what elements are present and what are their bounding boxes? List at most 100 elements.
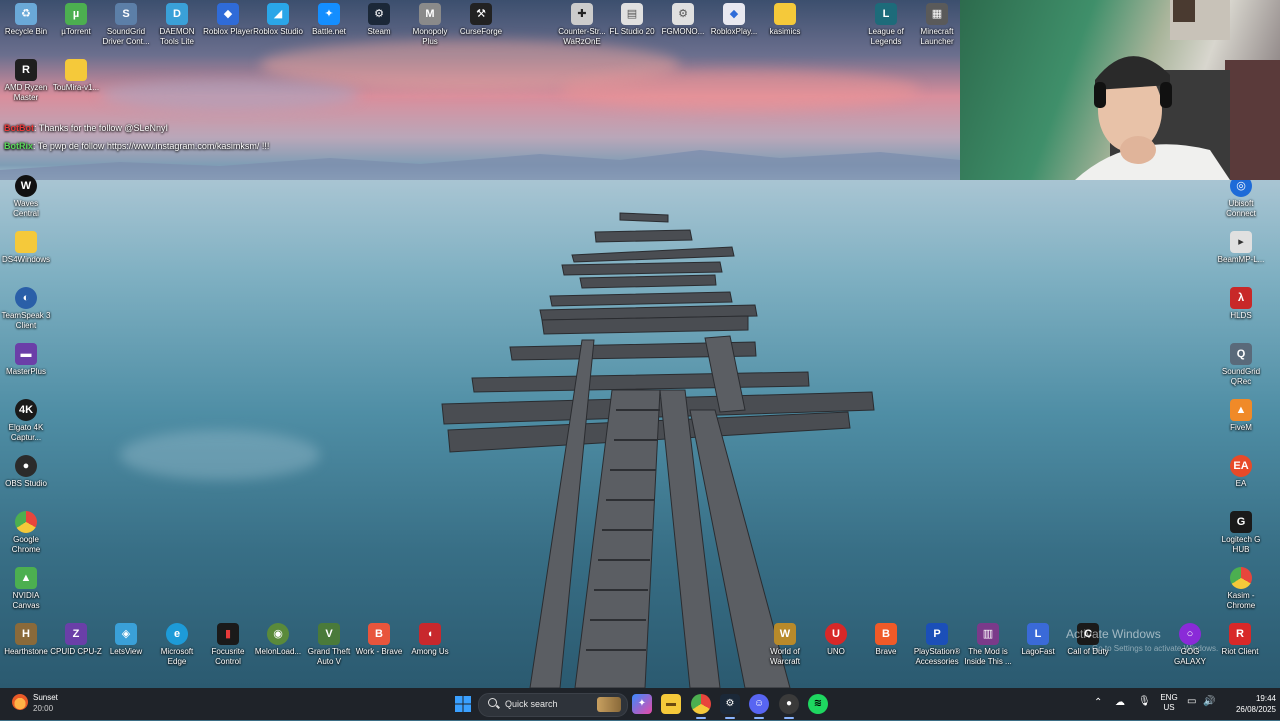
recycle-bin-icon: ♻ (15, 3, 37, 25)
desktop-icon[interactable]: Kasim - Chrome (1215, 564, 1267, 611)
search-box[interactable]: Quick search (478, 693, 628, 717)
desktop-icon[interactable]: ◆ RobloxPlay... (708, 0, 760, 37)
desktop-icon[interactable]: U UNO (810, 620, 862, 657)
desktop-icon[interactable]: ▥ The Mod is Inside This ... (962, 620, 1014, 667)
desktop-icon[interactable]: EA EA (1215, 452, 1267, 489)
desktop-icon[interactable]: ◢ Roblox Studio (252, 0, 304, 37)
language-indicator[interactable]: ENG US (1158, 693, 1180, 713)
desktop-icon[interactable]: λ HLDS (1215, 284, 1267, 321)
desktop-icon-label: LetsView (109, 647, 143, 656)
utorrent-icon: µ (65, 3, 87, 25)
desktop-icon[interactable]: W World of Warcraft (759, 620, 811, 667)
desktop-icon[interactable]: ▲ NVIDIA Canvas (0, 564, 52, 611)
desktop-icon-label: Kasim - Chrome (1226, 591, 1256, 610)
desktop-icon[interactable]: DS4Windows (0, 228, 52, 265)
desktop-icon[interactable]: S SoundGrid Driver Cont... (100, 0, 152, 47)
search-highlight-icon (597, 697, 621, 712)
desktop-icon[interactable]: ✚ Counter-Str... WaRzOnE (556, 0, 608, 47)
active-indicator (784, 717, 794, 719)
desktop-icon-label: DAEMON Tools Lite (159, 27, 195, 46)
weather-widget[interactable]: Sunset 20:00 (10, 692, 100, 716)
desktop-icon[interactable]: ✦ Battle.net (303, 0, 355, 37)
desktop-icon[interactable]: µ µTorrent (50, 0, 102, 37)
desktop-icon[interactable]: ▸ BeamMP-L... (1215, 228, 1267, 265)
desktop-icon-label: OBS Studio (5, 479, 47, 488)
desktop-icon-label: Waves Central (13, 199, 39, 218)
desktop-icon[interactable]: Z CPUID CPU-Z (50, 620, 102, 657)
chat-username: BotBot (4, 123, 34, 133)
desktop-icon[interactable]: ▦ Minecraft Launcher (911, 0, 963, 47)
start-button[interactable] (453, 694, 473, 714)
desktop-icon[interactable]: Google Chrome (0, 508, 52, 555)
onedrive-icon[interactable]: ☁ (1115, 697, 1125, 708)
daemon-tools-icon: D (166, 3, 188, 25)
sunset-icon (12, 694, 28, 710)
chat-message: BotBot: Thanks for the follow @SLeNnyI (4, 123, 168, 133)
desktop-icon[interactable]: V Grand Theft Auto V (303, 620, 355, 667)
desktop-icon[interactable]: ◆ Roblox Player (202, 0, 254, 37)
desktop-icon[interactable]: M Monopoly Plus (404, 0, 456, 47)
riot-icon: R (1229, 623, 1251, 645)
desktop-icon-label: HLDS (1230, 311, 1252, 320)
desktop-icon[interactable]: kasimics (759, 0, 811, 37)
brave-icon: B (875, 623, 897, 645)
spotify-app[interactable]: ≋ (808, 694, 828, 714)
desktop-icon-label: Roblox Studio (253, 27, 303, 36)
copilot-app[interactable]: ✦ (632, 694, 652, 714)
desktop-icon[interactable]: ⚒ CurseForge (455, 0, 507, 37)
curseforge-icon: ⚒ (470, 3, 492, 25)
desktop-icon[interactable]: ▮ Focusrite Control (202, 620, 254, 667)
desktop-icon[interactable]: R AMD Ryzen Master (0, 56, 52, 103)
folder-icon (15, 231, 37, 253)
desktop-icon[interactable]: B Brave (860, 620, 912, 657)
desktop-icon-label: LagoFast (1021, 647, 1055, 656)
desktop-icon[interactable]: ◐ TeamSpeak 3 Client (0, 284, 52, 331)
desktop-icon[interactable]: ◉ MelonLoad... (252, 620, 304, 657)
volume-icon[interactable]: 🔊 (1203, 696, 1215, 707)
desktop-icon[interactable]: ◖ Among Us (404, 620, 456, 657)
desktop-icon[interactable]: B Work - Brave (353, 620, 405, 657)
desktop-icon[interactable]: G Logitech G HUB (1215, 508, 1267, 555)
desktop-icon[interactable]: D DAEMON Tools Lite (151, 0, 203, 47)
desktop-icon[interactable]: ♻ Recycle Bin (0, 0, 52, 37)
counter-strike-icon: ✚ (571, 3, 593, 25)
tray-overflow-icon[interactable]: ⌃ (1094, 697, 1102, 708)
desktop-icon-label: PlayStation® Accessories (913, 647, 961, 666)
clock[interactable]: 19:44 26/08/2025 (1218, 693, 1276, 715)
desktop-icon-label: EA (1235, 479, 1247, 488)
desktop-icon-label: Work - Brave (355, 647, 403, 656)
microphone-icon[interactable]: 🎙 (1138, 696, 1151, 707)
desktop-icon[interactable]: Q SoundGrid QRec (1215, 340, 1267, 387)
steam-app[interactable]: ⚙ (720, 694, 740, 714)
desktop-icon[interactable]: e Microsoft Edge (151, 620, 203, 667)
desktop-icon[interactable]: P PlayStation® Accessories (911, 620, 963, 667)
chrome-app[interactable] (691, 694, 711, 714)
discord-app[interactable]: ☺ (749, 694, 769, 714)
desktop-icon[interactable]: ◈ LetsView (100, 620, 152, 657)
desktop-icon-label: CurseForge (459, 27, 503, 36)
search-placeholder: Quick search (505, 699, 558, 709)
network-icon[interactable]: ▭ (1187, 696, 1196, 707)
desktop-icon[interactable]: H Hearthstone (0, 620, 52, 657)
desktop-icon-label: AMD Ryzen Master (4, 83, 48, 102)
hlds-icon: λ (1230, 287, 1252, 309)
desktop-icon-label: TeamSpeak 3 Client (1, 311, 51, 330)
teamspeak-icon: ◐ (15, 287, 37, 309)
desktop-icon[interactable]: ⚙ Steam (353, 0, 405, 37)
desktop-icon[interactable]: ▬ MasterPlus (0, 340, 52, 377)
league-icon: L (875, 3, 897, 25)
file-explorer-app[interactable]: ▬ (661, 694, 681, 714)
desktop-icon[interactable]: L LagoFast (1012, 620, 1064, 657)
desktop-icon-label: Riot Client (1221, 647, 1259, 656)
desktop-icon[interactable]: W Waves Central (0, 172, 52, 219)
desktop-icon[interactable]: TouMira-v1... (50, 56, 102, 93)
obs-app[interactable]: ● (779, 694, 799, 714)
desktop-icon[interactable]: ▲ FiveM (1215, 396, 1267, 433)
desktop-icon-label: Steam (367, 27, 391, 36)
desktop-icon[interactable]: ● OBS Studio (0, 452, 52, 489)
desktop-icon[interactable]: L League of Legends (860, 0, 912, 47)
desktop-icon[interactable]: 4K Elgato 4K Captur... (0, 396, 52, 443)
desktop-icon[interactable]: R Riot Client (1214, 620, 1266, 657)
desktop-icon[interactable]: ⚙ FGMONO... (657, 0, 709, 37)
desktop-icon[interactable]: ▤ FL Studio 20 (606, 0, 658, 37)
